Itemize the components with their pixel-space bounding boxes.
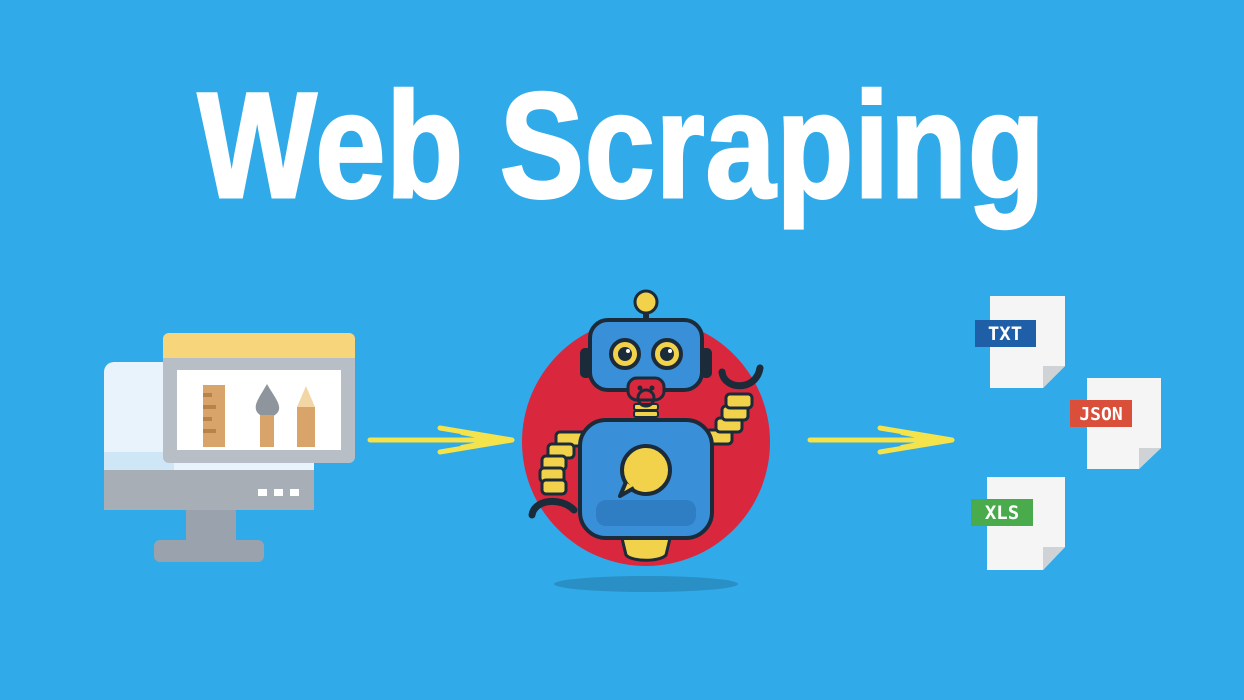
txt-file-icon: TXT [975,296,1065,388]
xls-label-text: XLS [985,502,1019,524]
robot-shadow [554,576,738,592]
json-label-text: JSON [1079,404,1122,425]
robot-illustration [522,289,770,592]
json-file-icon: JSON [1070,378,1161,469]
chat-bubble-icon [618,444,672,498]
txt-label-text: TXT [988,323,1022,345]
arrow-icon [807,425,955,455]
xls-file-icon: XLS [971,477,1065,570]
monitor-base [154,540,264,562]
computer-illustration [104,333,355,562]
arrow-icon [367,425,515,455]
